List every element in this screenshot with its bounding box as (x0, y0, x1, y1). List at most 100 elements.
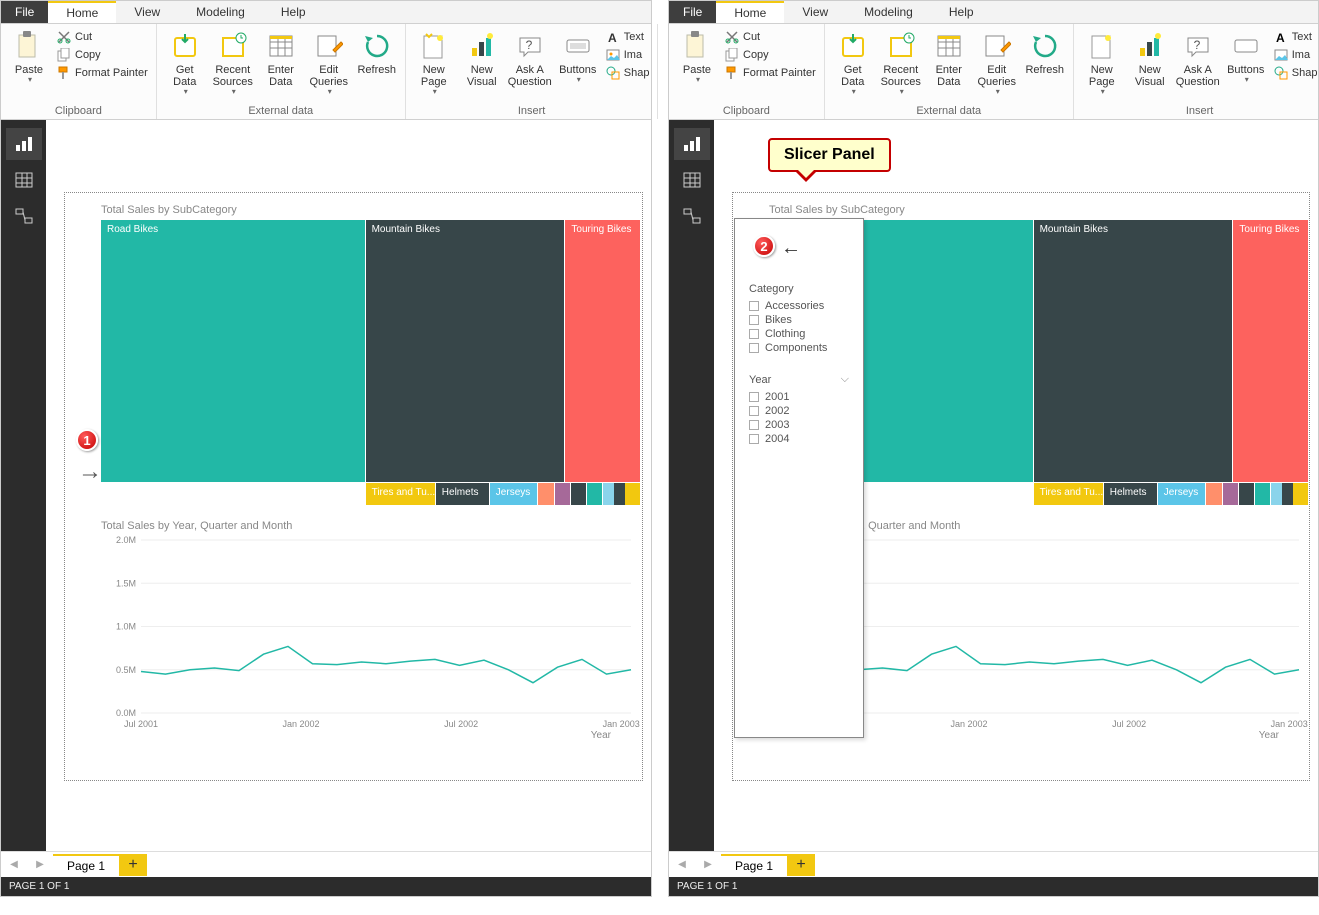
text-button[interactable]: AText (1274, 28, 1318, 46)
treemap-cell[interactable] (1206, 483, 1221, 505)
checkbox-icon[interactable] (749, 301, 759, 311)
paste-button[interactable]: Paste▾ (5, 26, 53, 89)
image-button[interactable]: Ima (1274, 46, 1318, 64)
tab-modeling[interactable]: Modeling (846, 1, 931, 23)
buttons-button[interactable]: Buttons▾ (554, 26, 602, 89)
checkbox-icon[interactable] (749, 343, 759, 353)
format-painter-button[interactable]: Format Painter (725, 64, 816, 82)
prev-page-button[interactable]: ◀ (669, 854, 695, 876)
get-data-button[interactable]: Get Data▾ (161, 26, 209, 101)
treemap-cell[interactable] (1255, 483, 1270, 505)
report-view-button[interactable] (6, 128, 42, 160)
tab-modeling[interactable]: Modeling (178, 1, 263, 23)
image-button[interactable]: Ima (606, 46, 650, 64)
treemap-cell[interactable]: Helmets (436, 483, 489, 505)
treemap-cell[interactable]: Touring Bikes (1233, 220, 1308, 482)
shapes-button[interactable]: Shap (1274, 64, 1318, 82)
checkbox-icon[interactable] (749, 434, 759, 444)
prev-page-button[interactable]: ◀ (1, 854, 27, 876)
treemap-cell[interactable]: Jerseys (490, 483, 538, 505)
chevron-down-icon[interactable]: ⌵ (841, 373, 849, 386)
treemap-visual[interactable]: Total Sales by SubCategory Road BikesMou… (101, 204, 641, 506)
slicer-option[interactable]: Accessories (749, 299, 849, 313)
new-visual-button[interactable]: New Visual (1126, 26, 1174, 92)
edit-queries-button[interactable]: Edit Queries▾ (973, 26, 1021, 101)
treemap-cell[interactable] (555, 483, 570, 505)
page-tab-1[interactable]: Page 1 (721, 854, 787, 876)
refresh-button[interactable]: Refresh (353, 26, 401, 80)
treemap-cell[interactable]: Jerseys (1158, 483, 1206, 505)
tab-home[interactable]: Home (716, 1, 784, 23)
refresh-button[interactable]: Refresh (1021, 26, 1069, 80)
cut-button[interactable]: Cut (725, 28, 816, 46)
slicer-option[interactable]: 2003 (749, 418, 849, 432)
checkbox-icon[interactable] (749, 329, 759, 339)
add-page-button[interactable]: + (119, 854, 147, 876)
cut-button[interactable]: Cut (57, 28, 148, 46)
treemap-cell[interactable]: Tires and Tu... (366, 483, 435, 505)
next-page-button[interactable]: ▶ (27, 854, 53, 876)
enter-data-button[interactable]: Enter Data (925, 26, 973, 92)
model-view-button[interactable] (6, 200, 42, 232)
next-page-button[interactable]: ▶ (695, 854, 721, 876)
slicer-option[interactable]: 2004 (749, 432, 849, 446)
slicer-option[interactable]: 2001 (749, 390, 849, 404)
tab-home[interactable]: Home (48, 1, 116, 23)
data-view-button[interactable] (674, 164, 710, 196)
checkbox-icon[interactable] (749, 406, 759, 416)
get-data-button[interactable]: Get Data▾ (829, 26, 877, 101)
checkbox-icon[interactable] (749, 392, 759, 402)
recent-sources-button[interactable]: Recent Sources▾ (877, 26, 925, 101)
treemap-cell[interactable]: Tires and Tu... (1034, 483, 1103, 505)
enter-data-button[interactable]: Enter Data (257, 26, 305, 92)
new-page-button[interactable]: New Page▾ (410, 26, 458, 101)
open-slicer-arrow[interactable]: → (78, 458, 102, 486)
slicer-option[interactable]: Components (749, 341, 849, 355)
tab-view[interactable]: View (116, 1, 178, 23)
page-tab-1[interactable]: Page 1 (53, 854, 119, 876)
treemap-cell[interactable] (1239, 483, 1254, 505)
treemap-cell[interactable]: Helmets (1104, 483, 1157, 505)
add-page-button[interactable]: + (787, 854, 815, 876)
text-button[interactable]: AText (606, 28, 650, 46)
new-visual-button[interactable]: New Visual (458, 26, 506, 92)
copy-button[interactable]: Copy (57, 46, 148, 64)
treemap-cell[interactable] (1223, 483, 1238, 505)
slicer-panel[interactable]: 2 ← Category AccessoriesBikesClothingCom… (734, 218, 864, 738)
checkbox-icon[interactable] (749, 420, 759, 430)
recent-sources-button[interactable]: Recent Sources▾ (209, 26, 257, 101)
report-view-button[interactable] (674, 128, 710, 160)
checkbox-icon[interactable] (749, 315, 759, 325)
treemap-cell[interactable] (625, 483, 640, 505)
tab-help[interactable]: Help (931, 1, 992, 23)
ask-a-question-button[interactable]: ?Ask A Question (506, 26, 554, 92)
file-menu[interactable]: File (1, 1, 48, 23)
treemap-cell[interactable]: Mountain Bikes (366, 220, 565, 482)
file-menu[interactable]: File (669, 1, 716, 23)
treemap-cell[interactable] (571, 483, 586, 505)
slicer-option[interactable]: Bikes (749, 313, 849, 327)
paste-button[interactable]: Paste▾ (673, 26, 721, 89)
new-page-button[interactable]: New Page▾ (1078, 26, 1126, 101)
slicer-option[interactable]: 2002 (749, 404, 849, 418)
tab-help[interactable]: Help (263, 1, 324, 23)
edit-queries-button[interactable]: Edit Queries▾ (305, 26, 353, 101)
treemap-cell[interactable]: Touring Bikes (565, 220, 640, 482)
linechart-visual[interactable]: Total Sales by Year, Quarter and Month 2… (101, 520, 641, 740)
treemap-cell[interactable]: Mountain Bikes (1034, 220, 1233, 482)
model-view-button[interactable] (674, 200, 710, 232)
ask-a-question-button[interactable]: ?Ask A Question (1174, 26, 1222, 92)
canvas[interactable]: Total Sales by SubCategory Road BikesMou… (714, 120, 1318, 851)
shapes-button[interactable]: Shap (606, 64, 650, 82)
copy-button[interactable]: Copy (725, 46, 816, 64)
format-painter-button[interactable]: Format Painter (57, 64, 148, 82)
treemap-cell[interactable]: Road Bikes (101, 220, 365, 482)
close-slicer-arrow[interactable]: ← (781, 237, 801, 260)
treemap-cell[interactable] (538, 483, 553, 505)
treemap-cell[interactable] (587, 483, 602, 505)
buttons-button[interactable]: Buttons▾ (1222, 26, 1270, 89)
tab-view[interactable]: View (784, 1, 846, 23)
canvas[interactable]: Total Sales by SubCategory Road BikesMou… (46, 120, 651, 851)
treemap-cell[interactable] (1293, 483, 1308, 505)
data-view-button[interactable] (6, 164, 42, 196)
